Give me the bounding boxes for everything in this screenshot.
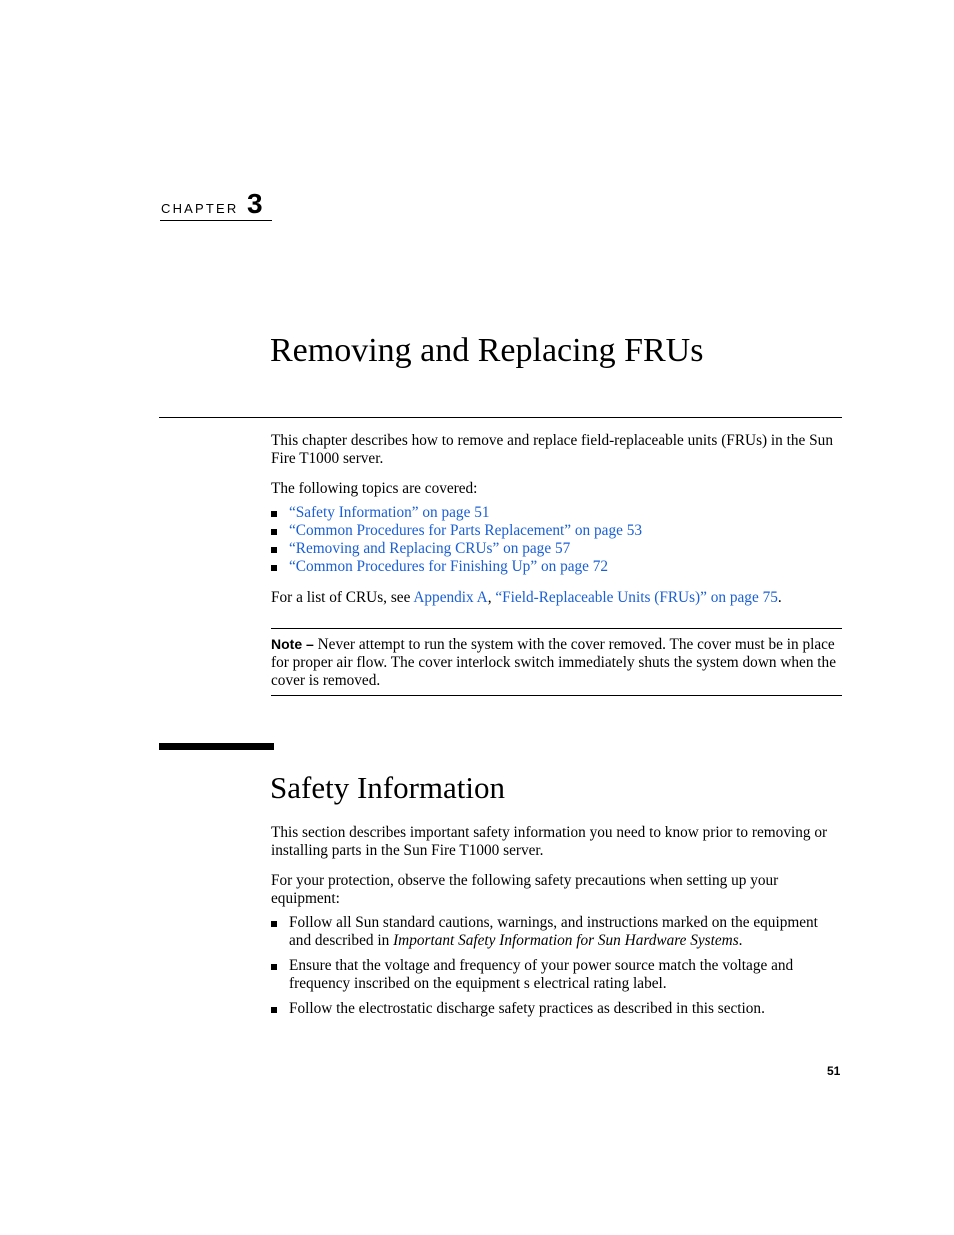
- note-bottom-rule: [271, 695, 842, 696]
- section-bar: [159, 743, 274, 750]
- cru-list-prefix: For a list of CRUs, see: [271, 589, 414, 606]
- chapter-title: Removing and Replacing FRUs: [270, 332, 704, 369]
- topic-link-finishing-up[interactable]: “Common Procedures for Finishing Up” on …: [289, 558, 608, 575]
- topic-link-common-procedures-parts[interactable]: “Common Procedures for Parts Replacement…: [289, 522, 642, 539]
- safety-item: Follow the electrostatic discharge safet…: [271, 1000, 843, 1018]
- safety-precautions-list: Follow all Sun standard cautions, warnin…: [271, 914, 843, 1018]
- chapter-number: 3: [247, 188, 263, 219]
- topic-item: “Safety Information” on page 51: [271, 504, 843, 522]
- note-box: Note – Never attempt to run the system w…: [271, 635, 842, 690]
- bullet-icon: [271, 529, 277, 535]
- safety-item: Ensure that the voltage and frequency of…: [271, 957, 843, 993]
- safety-item-book-title: Important Safety Information for Sun Har…: [393, 932, 739, 949]
- chapter-label: CHAPTER 3: [160, 188, 272, 221]
- page-number: 51: [827, 1064, 841, 1078]
- title-divider: [159, 417, 842, 418]
- safety-section: This section describes important safety …: [271, 824, 843, 1025]
- bullet-icon: [271, 565, 277, 571]
- safety-item-text: Ensure that the voltage and frequency of…: [289, 957, 794, 992]
- topic-link-removing-replacing-crus[interactable]: “Removing and Replacing CRUs” on page 57: [289, 540, 570, 557]
- safety-paragraph-1: This section describes important safety …: [271, 824, 828, 859]
- safety-item-text: Follow the electrostatic discharge safet…: [289, 1000, 765, 1017]
- note-text: Never attempt to run the system with the…: [271, 636, 836, 689]
- topics-list: “Safety Information” on page 51 “Common …: [271, 504, 843, 576]
- bullet-icon: [271, 921, 277, 927]
- bullet-icon: [271, 1007, 277, 1013]
- fru-appendix-link[interactable]: “Field-Replaceable Units (FRUs)” on page…: [495, 589, 778, 606]
- safety-item-suffix: .: [738, 932, 743, 949]
- appendix-a-link[interactable]: Appendix A: [413, 589, 487, 606]
- cru-list-suffix: .: [777, 589, 782, 606]
- safety-item: Follow all Sun standard cautions, warnin…: [271, 914, 843, 950]
- section-heading-safety: Safety Information: [270, 770, 506, 805]
- topics-lead: The following topics are covered:: [271, 480, 478, 497]
- note-label: Note –: [271, 636, 314, 652]
- chapter-word: CHAPTER: [161, 201, 239, 216]
- bullet-icon: [271, 511, 277, 517]
- topic-link-safety-information[interactable]: “Safety Information” on page 51: [289, 504, 490, 521]
- topic-item: “Common Procedures for Parts Replacement…: [271, 522, 843, 540]
- note-top-rule: [271, 628, 842, 629]
- cru-list-paragraph: For a list of CRUs, see Appendix A, “Fie…: [271, 589, 843, 607]
- topic-item: “Common Procedures for Finishing Up” on …: [271, 558, 843, 576]
- bullet-icon: [271, 547, 277, 553]
- intro-section: This chapter describes how to remove and…: [271, 432, 843, 607]
- note-paragraph: Note – Never attempt to run the system w…: [271, 635, 842, 690]
- bullet-icon: [271, 964, 277, 970]
- topic-item: “Removing and Replacing CRUs” on page 57: [271, 540, 843, 558]
- intro-paragraph: This chapter describes how to remove and…: [271, 432, 833, 467]
- safety-paragraph-2: For your protection, observe the followi…: [271, 872, 779, 907]
